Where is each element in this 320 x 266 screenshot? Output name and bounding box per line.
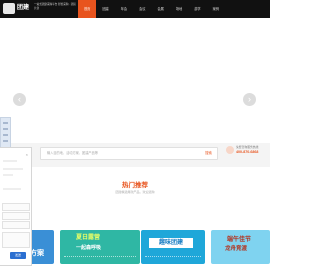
service-tab-item bbox=[3, 122, 8, 124]
card-subtitle: 龙舟竞渡 bbox=[225, 246, 248, 252]
site-logo[interactable]: 团建 bbox=[3, 3, 29, 14]
nav-item-teambuilding[interactable]: 团建 bbox=[96, 0, 114, 18]
chat-phone-field[interactable] bbox=[2, 212, 30, 220]
nav-item-home[interactable]: 首页 bbox=[78, 0, 97, 18]
recommend-card-2[interactable]: 夏日露营 一起森呼吸 bbox=[60, 230, 140, 264]
service-tab-item bbox=[3, 128, 8, 130]
nav-item-exhibition[interactable]: 会展 bbox=[152, 0, 170, 18]
chat-send-button[interactable]: 发送 bbox=[10, 252, 26, 259]
nav-item-cases[interactable]: 案例 bbox=[207, 0, 225, 18]
service-tab-item bbox=[3, 140, 8, 142]
card-title: 趣味团建 bbox=[149, 238, 193, 248]
card-title: 方案 bbox=[30, 250, 44, 257]
card-title: 端午佳节 bbox=[227, 237, 252, 243]
logo-mark-icon bbox=[3, 3, 15, 14]
chat-widget: × 发送 bbox=[0, 147, 32, 266]
recommend-card-3[interactable]: 趣味团建 bbox=[141, 230, 205, 264]
card-subtitle: 一起森呼吸 bbox=[76, 245, 102, 251]
service-tab-item bbox=[3, 134, 8, 136]
chat-message-line bbox=[3, 188, 21, 190]
search-button[interactable]: 搜索 bbox=[202, 150, 215, 157]
section-title: 热门推荐 bbox=[122, 182, 148, 189]
hotline-label: 免费咨询服务热线 bbox=[236, 145, 259, 149]
chat-message-field[interactable] bbox=[2, 232, 30, 248]
hotline-number[interactable]: 400-870-6868 bbox=[236, 150, 258, 154]
carousel-prev-button[interactable]: ‹ bbox=[13, 93, 26, 106]
card-text-lines bbox=[145, 256, 201, 262]
search-input[interactable]: 输入目的地、活动方案、团建产品等 bbox=[47, 148, 98, 159]
nav-item-meeting[interactable]: 会议 bbox=[133, 0, 151, 18]
main-nav: 首页 团建 年会 会议 会展 场地 游学 案例 bbox=[78, 0, 225, 18]
nav-item-venue[interactable]: 场地 bbox=[170, 0, 188, 18]
chat-message-line bbox=[3, 160, 17, 162]
search-box[interactable]: 输入目的地、活动方案、团建产品等 搜索 bbox=[40, 147, 218, 160]
recommend-card-4[interactable]: 端午佳节 龙舟竞渡 bbox=[211, 230, 270, 264]
nav-item-study-tour[interactable]: 游学 bbox=[188, 0, 206, 18]
top-navbar: 团建 一站式团建采购平台 轻松采购 · 团队共创 首页 团建 年会 会议 会展 … bbox=[0, 0, 270, 18]
floating-service-tab[interactable] bbox=[0, 117, 11, 151]
chat-message-line bbox=[3, 168, 23, 170]
chat-message-line bbox=[3, 174, 13, 176]
chat-name-field[interactable] bbox=[2, 203, 30, 211]
phone-icon bbox=[226, 146, 234, 154]
logo-text: 团建 bbox=[17, 5, 30, 11]
card-text-lines bbox=[64, 256, 136, 262]
site-tagline: 一站式团建采购平台 轻松采购 · 团队共创 bbox=[34, 3, 76, 10]
card-title: 夏日露营 bbox=[76, 235, 101, 241]
carousel-next-button[interactable]: › bbox=[243, 93, 256, 106]
nav-item-annual-party[interactable]: 年会 bbox=[115, 0, 133, 18]
chat-company-field[interactable] bbox=[2, 221, 30, 229]
section-subtitle: 团建精选爆款产品，欢迎选购 bbox=[115, 190, 155, 194]
close-icon[interactable]: × bbox=[26, 152, 28, 157]
